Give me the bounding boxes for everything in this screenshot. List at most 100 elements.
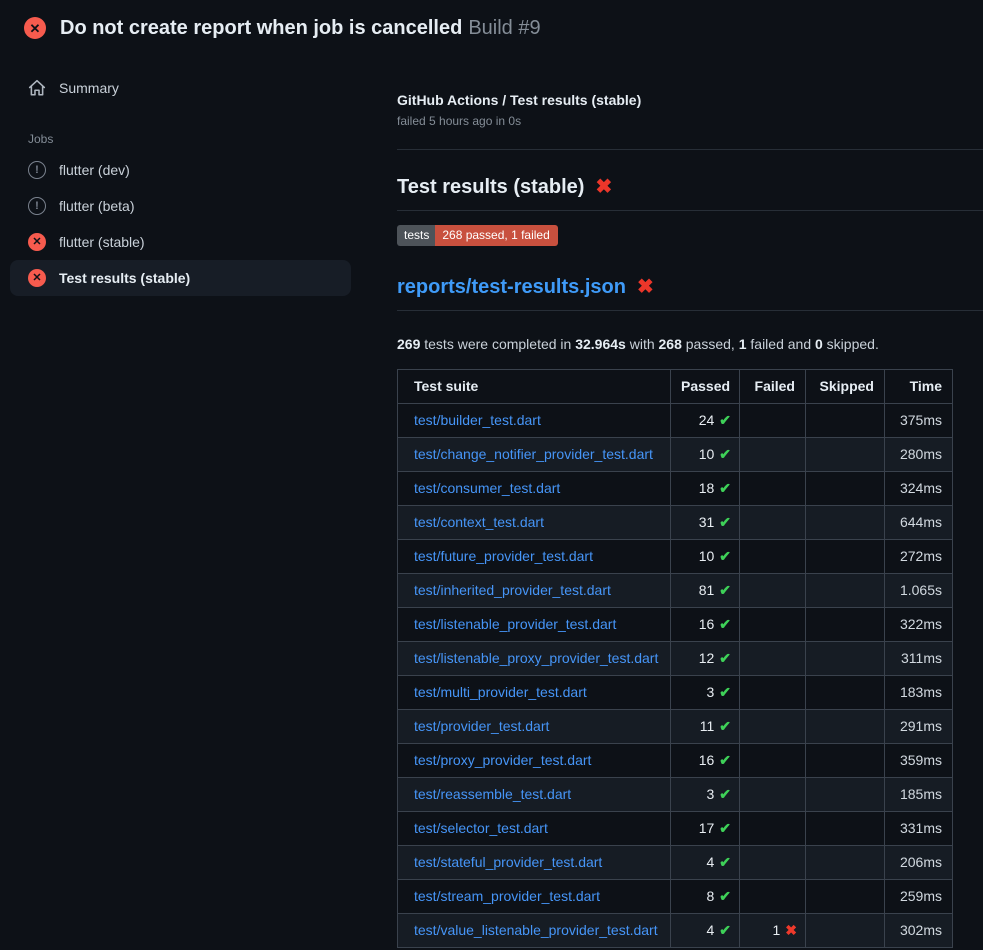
failed-status-icon: ✕ <box>28 269 46 287</box>
sidebar-item-label: Summary <box>59 80 119 96</box>
col-header-passed: Passed <box>671 370 740 404</box>
test-suite-link[interactable]: test/inherited_provider_test.dart <box>414 582 611 598</box>
test-table-body: test/builder_test.dart24✔375mstest/chang… <box>398 404 953 948</box>
check-icon: ✔ <box>719 514 731 530</box>
passed-count: 12 <box>699 650 715 666</box>
badge-label: tests <box>397 225 435 246</box>
time-value: 322ms <box>885 608 953 642</box>
page-header: ✕ Do not create report when job is cance… <box>0 0 983 54</box>
failed-status-icon: ✕ <box>28 233 46 251</box>
tests-badge: tests 268 passed, 1 failed <box>397 225 558 246</box>
time-value: 185ms <box>885 778 953 812</box>
check-icon: ✔ <box>719 820 731 836</box>
failed-total: 1 <box>739 336 747 352</box>
check-icon: ✔ <box>719 752 731 768</box>
check-icon: ✔ <box>719 616 731 632</box>
col-header-test-suite: Test suite <box>398 370 671 404</box>
test-suite-link[interactable]: test/builder_test.dart <box>414 412 541 428</box>
divider <box>397 149 983 150</box>
test-suite-link[interactable]: test/stream_provider_test.dart <box>414 888 600 904</box>
col-header-failed: Failed <box>740 370 806 404</box>
table-row: test/reassemble_test.dart3✔185ms <box>398 778 953 812</box>
test-suite-link[interactable]: test/context_test.dart <box>414 514 544 530</box>
failed-count: 1 <box>772 922 780 938</box>
table-row: test/context_test.dart 31✔ 644ms <box>398 506 953 540</box>
passed-count: 10 <box>699 548 715 564</box>
table-row: test/builder_test.dart24✔375ms <box>398 404 953 438</box>
duration: 32.964s <box>575 336 626 352</box>
passed-count: 3 <box>706 684 714 700</box>
test-suite-link[interactable]: test/selector_test.dart <box>414 820 548 836</box>
page-title: Do not create report when job is cancell… <box>60 15 541 41</box>
time-value: 644ms <box>885 506 953 540</box>
test-suite-link[interactable]: test/reassemble_test.dart <box>414 786 571 802</box>
sidebar-item-flutter-stable[interactable]: ✕ flutter (stable) <box>10 224 351 260</box>
time-value: 375ms <box>885 404 953 438</box>
run-status-line: failed 5 hours ago in 0s <box>397 114 983 128</box>
failed-x-icon: ✖ <box>637 277 654 297</box>
sidebar-item-test-results-stable[interactable]: ✕ Test results (stable) <box>10 260 351 296</box>
time-value: 280ms <box>885 438 953 472</box>
sidebar-item-label: Test results (stable) <box>59 270 190 286</box>
check-icon: ✔ <box>719 548 731 564</box>
passed-count: 31 <box>699 514 715 530</box>
cancelled-status-icon: ! <box>28 161 46 179</box>
passed-count: 4 <box>706 854 714 870</box>
time-value: 311ms <box>885 642 953 676</box>
test-suite-link[interactable]: test/future_provider_test.dart <box>414 548 593 564</box>
check-icon: ✔ <box>719 922 731 938</box>
section-heading: Test results (stable) ✖ <box>397 175 983 211</box>
test-suite-link[interactable]: test/value_listenable_provider_test.dart <box>414 922 658 938</box>
time-value: 206ms <box>885 846 953 880</box>
check-icon: ✔ <box>719 888 731 904</box>
col-header-skipped: Skipped <box>806 370 885 404</box>
time-value: 259ms <box>885 880 953 914</box>
test-suite-link[interactable]: test/change_notifier_provider_test.dart <box>414 446 653 462</box>
sidebar: Summary Jobs ! flutter (dev) ! flutter (… <box>0 54 397 296</box>
check-icon: ✔ <box>719 412 731 428</box>
table-row: test/multi_provider_test.dart3✔183ms <box>398 676 953 710</box>
time-value: 331ms <box>885 812 953 846</box>
table-row: test/selector_test.dart17✔331ms <box>398 812 953 846</box>
passed-count: 11 <box>700 718 715 734</box>
table-row: test/change_notifier_provider_test.dart 1… <box>398 438 953 472</box>
test-suite-link[interactable]: test/multi_provider_test.dart <box>414 684 587 700</box>
check-icon: ✔ <box>719 650 731 666</box>
test-suite-link[interactable]: test/consumer_test.dart <box>414 480 560 496</box>
test-suite-link[interactable]: test/provider_test.dart <box>414 718 549 734</box>
test-suite-link[interactable]: test/listenable_provider_test.dart <box>414 616 616 632</box>
test-suite-link[interactable]: test/listenable_proxy_provider_test.dart <box>414 650 658 666</box>
table-row: test/future_provider_test.dart10✔272ms <box>398 540 953 574</box>
check-icon: ✔ <box>719 684 731 700</box>
run-title: Do not create report when job is cancell… <box>60 17 462 39</box>
check-icon: ✔ <box>719 582 731 598</box>
table-header-row: Test suite Passed Failed Skipped Time <box>398 370 953 404</box>
report-heading: reports/test-results.json ✖ <box>397 275 983 311</box>
test-suite-link[interactable]: test/proxy_provider_test.dart <box>414 752 591 768</box>
passed-count: 10 <box>699 446 715 462</box>
passed-count: 81 <box>699 582 715 598</box>
time-value: 302ms <box>885 914 953 948</box>
cancelled-status-icon: ! <box>28 197 46 215</box>
jobs-section-label: Jobs <box>0 106 397 152</box>
passed-count: 18 <box>699 480 715 496</box>
skipped-total: 0 <box>815 336 823 352</box>
main-content: GitHub Actions / Test results (stable) f… <box>397 54 983 948</box>
failure-status-icon: ✕ <box>24 17 46 39</box>
sidebar-item-flutter-dev[interactable]: ! flutter (dev) <box>10 152 351 188</box>
test-results-table: Test suite Passed Failed Skipped Time te… <box>397 369 953 948</box>
check-icon: ✔ <box>719 446 731 462</box>
table-row: test/listenable_provider_test.dart 16✔ 322… <box>398 608 953 642</box>
report-file-link[interactable]: reports/test-results.json <box>397 275 626 299</box>
table-row: test/listenable_proxy_provider_test.dart… <box>398 642 953 676</box>
passed-count: 16 <box>699 616 715 632</box>
test-suite-link[interactable]: test/stateful_provider_test.dart <box>414 854 602 870</box>
table-row: test/stream_provider_test.dart8✔259ms <box>398 880 953 914</box>
table-row: test/consumer_test.dart18✔324ms <box>398 472 953 506</box>
sidebar-item-summary[interactable]: Summary <box>10 70 351 106</box>
sidebar-item-flutter-beta[interactable]: ! flutter (beta) <box>10 188 351 224</box>
time-value: 359ms <box>885 744 953 778</box>
table-row: test/value_listenable_provider_test.dart… <box>398 914 953 948</box>
test-summary-line: 269 tests were completed in 32.964s with… <box>397 336 983 352</box>
passed-count: 4 <box>706 922 714 938</box>
